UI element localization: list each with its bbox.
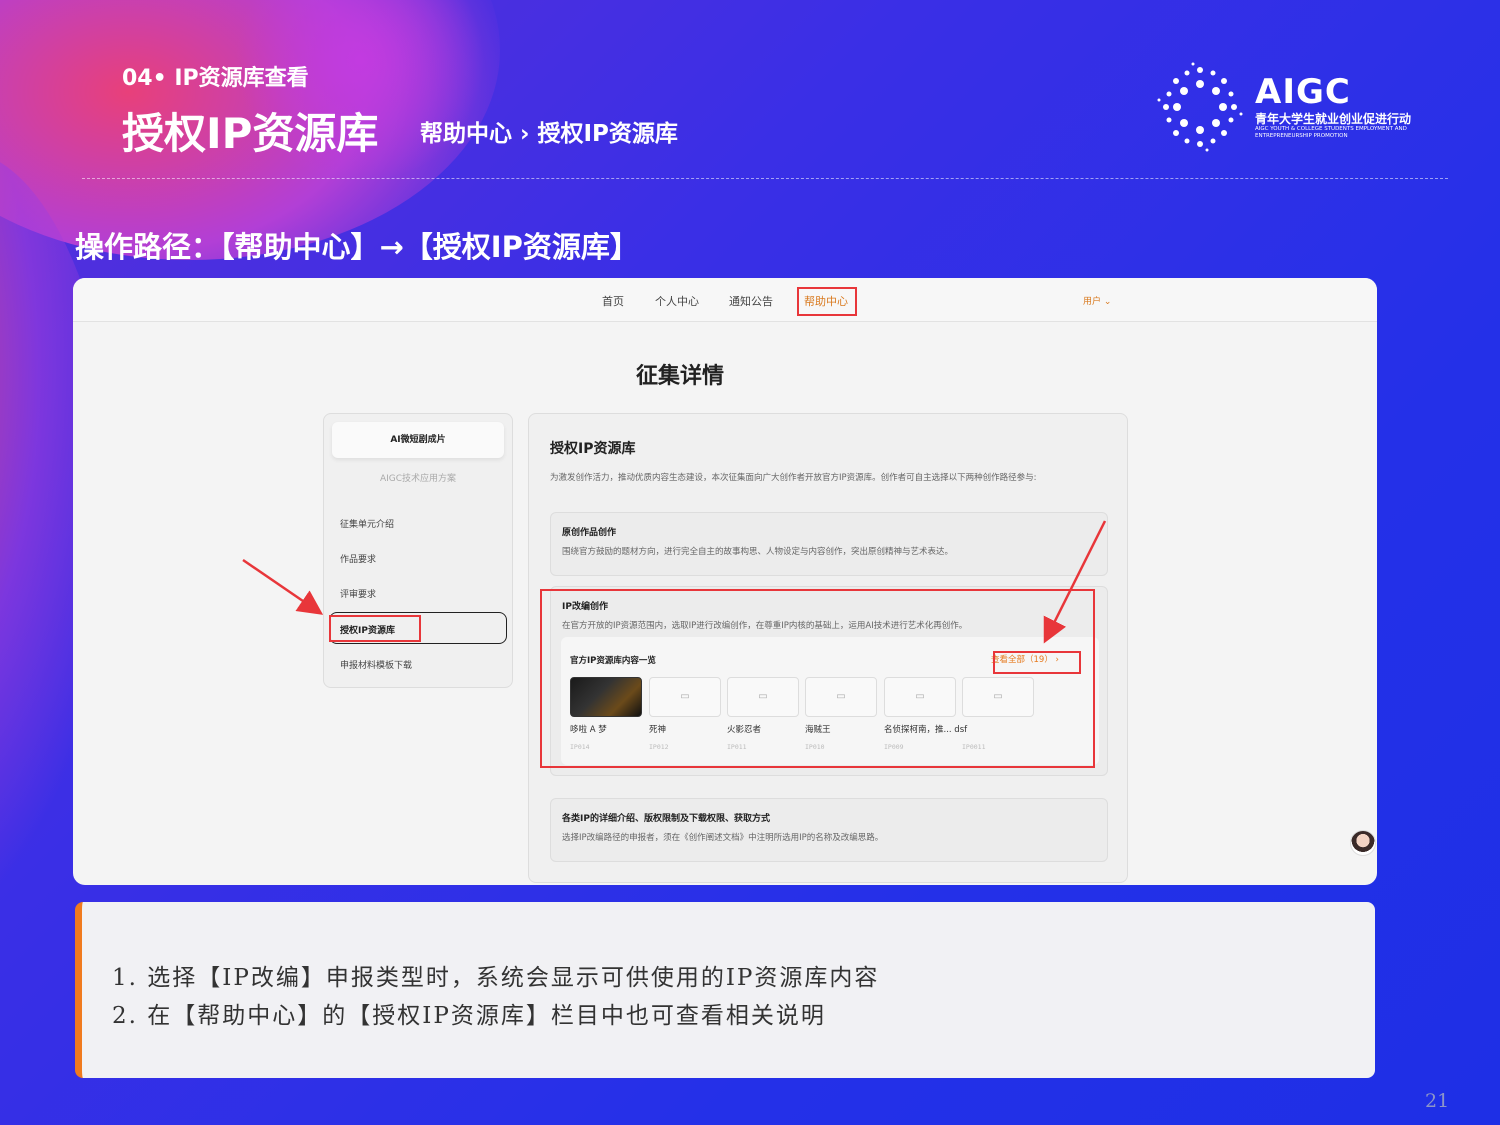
sidebar-card[interactable]: AI微短剧成片 — [332, 422, 504, 458]
sidebar: AI微短剧成片 AIGC技术应用方案 征集单元介绍 作品要求 评审要求 授权IP… — [323, 413, 513, 688]
sidebar-item-review[interactable]: 评审要求 — [340, 587, 376, 600]
highlight-box — [540, 589, 1095, 768]
slide: 04• IP资源库查看 授权IP资源库 帮助中心 › 授权IP资源库 AIGC … — [0, 0, 1500, 1125]
content-heading: 授权IP资源库 — [550, 441, 636, 457]
dots-icon — [1157, 62, 1243, 152]
page-number: 21 — [1425, 1090, 1450, 1112]
divider — [82, 178, 1448, 179]
aigc-logo: AIGC 青年大学生就业创业促进行动 AIGC YOUTH & COLLEGE … — [1155, 62, 1455, 152]
page-heading: 征集详情 — [636, 364, 725, 389]
breadcrumb: 帮助中心 › 授权IP资源库 — [420, 121, 678, 147]
box-desc: 围绕官方鼓励的题材方向，进行完全自主的故事构思、人物设定与内容创作，突出原创精神… — [562, 547, 954, 557]
sidebar-subtitle: AIGC技术应用方案 — [379, 474, 457, 484]
highlight-box — [797, 287, 857, 316]
box-title: 各类IP的详细介绍、版权限制及下载权限、获取方式 — [562, 814, 770, 824]
nav-notices[interactable]: 通知公告 — [729, 293, 773, 309]
logo-subtitle: 青年大学生就业创业促进行动 — [1255, 112, 1412, 126]
ip-details-box: 各类IP的详细介绍、版权限制及下载权限、获取方式 选择IP改编路径的申报者，须在… — [550, 798, 1108, 862]
logo-text: AIGC — [1255, 72, 1351, 112]
user-menu[interactable]: 用户 ⌄ — [1083, 294, 1111, 307]
nav-home[interactable]: 首页 — [602, 293, 624, 309]
content-description: 为激发创作活力，推动优质内容生态建设，本次征集面向广大创作者开放官方IP资源库。… — [550, 473, 1037, 483]
sidebar-item-templates[interactable]: 申报材料模板下载 — [340, 658, 412, 671]
nav-personal-center[interactable]: 个人中心 — [655, 293, 699, 309]
top-nav: 首页 个人中心 通知公告 帮助中心 用户 ⌄ — [73, 278, 1377, 322]
logo-english: AIGC YOUTH & COLLEGE STUDENTS EMPLOYMENT… — [1255, 126, 1407, 139]
box-title: 原创作品创作 — [562, 528, 617, 538]
sidebar-item-requirements[interactable]: 作品要求 — [340, 552, 376, 565]
highlight-box — [993, 651, 1081, 674]
embedded-screenshot: 首页 个人中心 通知公告 帮助中心 用户 ⌄ 征集详情 AI微短剧成片 AIGC… — [73, 278, 1377, 885]
notes-panel: 1. 选择【IP改编】申报类型时，系统会显示可供使用的IP资源库内容 2. 在【… — [75, 902, 1375, 1078]
original-creation-box: 原创作品创作 围绕官方鼓励的题材方向，进行完全自主的故事构思、人物设定与内容创作… — [550, 512, 1108, 576]
section-label: 04• IP资源库查看 — [122, 66, 309, 91]
page-title: 授权IP资源库 — [122, 109, 379, 158]
arrow-icon — [242, 558, 324, 615]
highlight-box — [329, 615, 421, 642]
avatar[interactable] — [1350, 830, 1376, 856]
sidebar-item-intro[interactable]: 征集单元介绍 — [340, 517, 394, 530]
operation-path: 操作路径：【帮助中心】→【授权IP资源库】 — [75, 230, 639, 264]
note-2: 2. 在【帮助中心】的【授权IP资源库】栏目中也可查看相关说明 — [112, 1003, 826, 1029]
note-1: 1. 选择【IP改编】申报类型时，系统会显示可供使用的IP资源库内容 — [112, 965, 880, 991]
box-desc: 选择IP改编路径的申报者，须在《创作阐述文档》中注明所选用IP的名称及改编思路。 — [562, 833, 884, 843]
